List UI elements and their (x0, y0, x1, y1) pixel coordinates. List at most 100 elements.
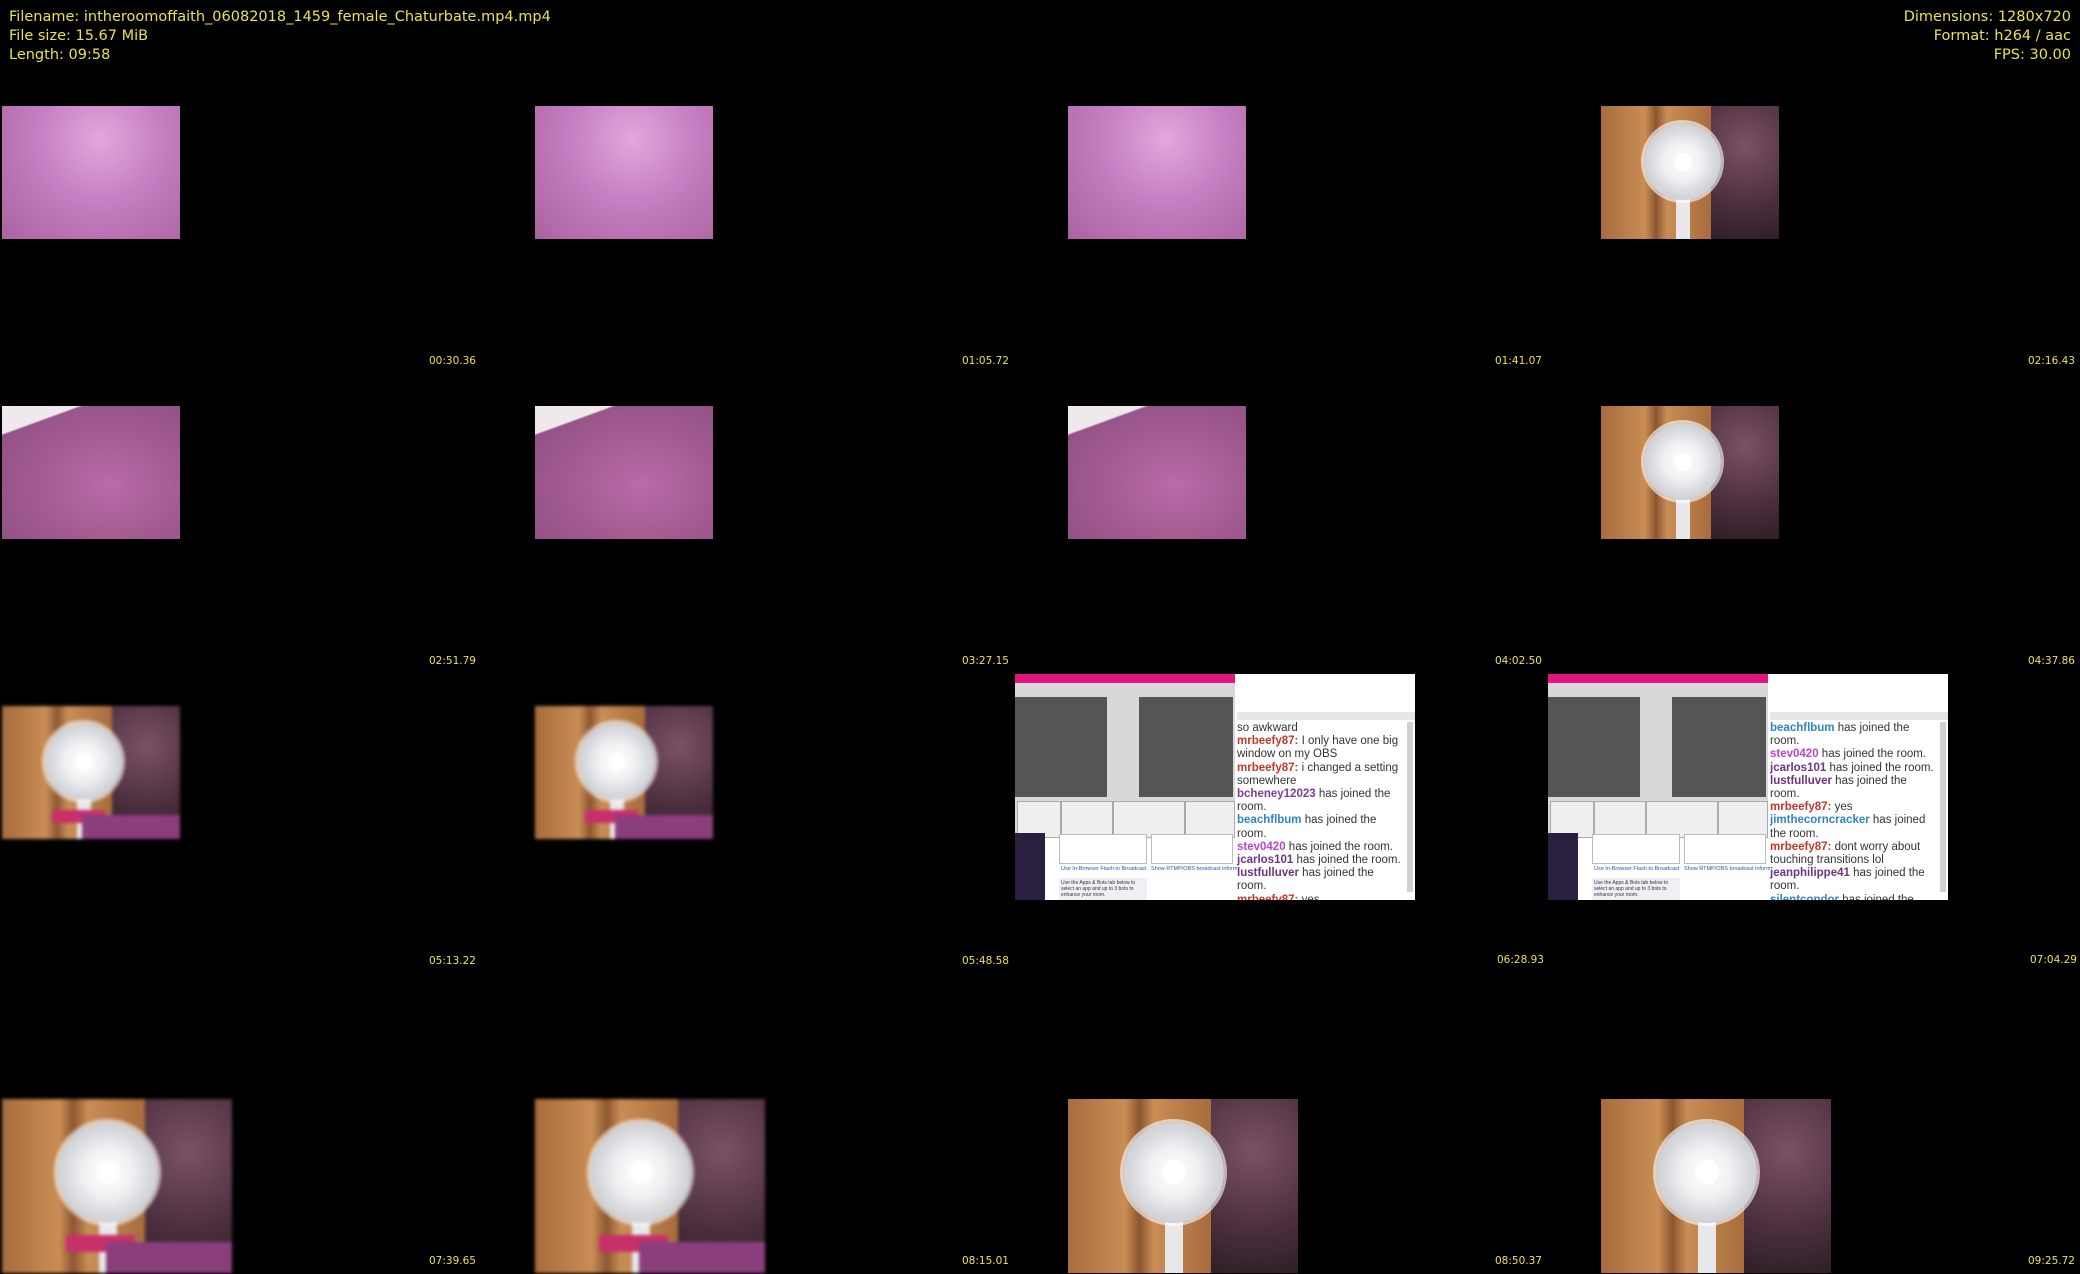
chat-message: mrbeefy87: yes (1237, 894, 1405, 900)
chat-message: silentcondor has joined the room. (1770, 894, 1938, 900)
chat-text: has joined the room. (1293, 854, 1401, 867)
purple-blanket (615, 815, 713, 839)
flash-broadcast-link[interactable]: Use In-Browser Flash to Broadcast (1061, 866, 1146, 872)
timestamp-label: 06:28.93 (1495, 954, 1546, 966)
chat-text: yes (1831, 801, 1853, 814)
timestamp-label: 05:48.58 (962, 955, 1009, 967)
site-sidebar (1548, 833, 1578, 900)
timestamp-label: 01:05.72 (962, 355, 1009, 367)
timestamp-label: 05:13.22 (429, 955, 476, 967)
rtmp-info-link[interactable]: Show RTMP/OBS broadcast information (1151, 866, 1249, 872)
obs-window (1548, 683, 1768, 838)
chat-message: beachflbum has joined the room. (1770, 722, 1938, 748)
stats-graph (1684, 834, 1766, 864)
chat-username[interactable]: silentcondor (1770, 894, 1839, 900)
chat-username[interactable]: beachflbum (1770, 722, 1835, 734)
obs-preview (1548, 697, 1640, 797)
chat-text: has joined the room. (1826, 761, 1934, 774)
chat-username[interactable]: jcarlos101 (1770, 762, 1826, 774)
chat-username[interactable]: lustfulluver (1770, 775, 1832, 787)
obs-window (1015, 683, 1235, 838)
obs-mixer-panel (1646, 801, 1718, 838)
chat-message: bcheney12023 has joined the room. (1237, 788, 1405, 814)
video-frame (1068, 406, 1246, 539)
video-frame (535, 406, 713, 539)
fan (1656, 1121, 1758, 1223)
chat-message: mrbeefy87: yes (1770, 801, 1938, 814)
chat-username[interactable]: mrbeefy87: (1237, 894, 1298, 900)
timestamp-label: 09:25.72 (2028, 1255, 2075, 1267)
chat-messages: so awkward mrbeefy87: I only have one big… (1237, 722, 1405, 900)
chat-username[interactable]: lustfulluver (1237, 867, 1299, 879)
timestamp-label: 08:15.01 (962, 1255, 1009, 1267)
chat-tabs[interactable] (1237, 712, 1415, 720)
chat-username[interactable]: mrbeefy87: (1237, 762, 1298, 774)
chat-username[interactable]: beachflbum (1237, 814, 1302, 826)
obs-titlebar (1548, 674, 1768, 683)
purple-blanket (82, 815, 180, 839)
flash-broadcast-link[interactable]: Use In-Browser Flash to Broadcast (1594, 866, 1679, 872)
chat-username[interactable]: jcarlos101 (1237, 854, 1293, 866)
chat-username[interactable]: bcheney12023 (1237, 788, 1316, 800)
chat-username[interactable]: mrbeefy87: (1237, 735, 1298, 747)
chat-message: jcarlos101 has joined the room. (1237, 854, 1405, 867)
wall (1711, 106, 1779, 239)
video-frame (1601, 106, 1779, 239)
chat-username[interactable]: jeanphilippe41 (1770, 867, 1850, 879)
video-frame (2, 1099, 232, 1273)
chat-message: mrbeefy87: I only have one big window on… (1237, 735, 1405, 761)
wall (1711, 406, 1779, 539)
timestamp-label: 07:39.65 (429, 1255, 476, 1267)
stats-graph (1592, 834, 1680, 864)
chat-panel: so awkward mrbeefy87: I only have one big… (1237, 674, 1415, 900)
timestamp-label: 00:30.36 (429, 355, 476, 367)
chat-message: so awkward (1237, 722, 1405, 735)
video-frame (535, 706, 713, 839)
video-frame (2, 106, 180, 239)
timestamp-label: 08:50.37 (1495, 1255, 1542, 1267)
chat-username[interactable]: stev0420 (1237, 841, 1286, 853)
fan-stand (1697, 1220, 1716, 1273)
chat-scrollbar[interactable] (1940, 722, 1946, 892)
chat-message: lustfulluver has joined the room. (1237, 867, 1405, 893)
chat-username[interactable]: stev0420 (1770, 748, 1819, 760)
filesize-label: File size: 15.67 MiB (9, 28, 149, 44)
stats-graph (1059, 834, 1147, 864)
chat-tabs[interactable] (1770, 712, 1948, 720)
chat-message: jeanphilippe41 has joined the room. (1770, 867, 1938, 893)
fan-stand (1164, 1220, 1183, 1273)
chat-text: has joined the room. (1285, 840, 1394, 853)
site-sidebar (1015, 833, 1045, 900)
fan (590, 1121, 692, 1223)
filename-label: Filename: intheroomoffaith_06082018_1459… (9, 9, 551, 25)
chat-username[interactable]: mrbeefy87: (1770, 801, 1831, 813)
chat-scrollbar[interactable] (1407, 722, 1413, 892)
obs-sources-panel (1594, 801, 1646, 838)
chat-username[interactable]: mrbeefy87: (1770, 841, 1831, 853)
chat-message: mrbeefy87: i changed a setting somewhere (1237, 762, 1405, 788)
format-label: Format: h264 / aac (1933, 28, 2071, 44)
dimensions-label: Dimensions: 1280x720 (1903, 9, 2071, 25)
video-frame: Use In-Browser Flash to Broadcast Show R… (1015, 674, 1415, 900)
video-frame (1601, 406, 1779, 539)
video-frame (535, 1099, 765, 1273)
chat-message: stev0420 has joined the room. (1770, 748, 1938, 761)
chat-messages: beachflbum has joined the room. stev0420 … (1770, 722, 1938, 900)
obs-program (1672, 697, 1766, 797)
stats-graph (1151, 834, 1233, 864)
chat-panel: beachflbum has joined the room. stev0420 … (1770, 674, 1948, 900)
video-frame: Use In-Browser Flash to Broadcast Show R… (1548, 674, 1948, 900)
purple-blanket (638, 1241, 765, 1273)
fps-label: FPS: 30.00 (1993, 47, 2071, 63)
obs-controls-panel (1718, 801, 1768, 838)
obs-sources-panel (1061, 801, 1113, 838)
rtmp-info-link[interactable]: Show RTMP/OBS broadcast information (1684, 866, 1782, 872)
fan (1123, 1121, 1225, 1223)
apps-bots-notice: Use the Apps & Bots tab below to select … (1059, 878, 1147, 900)
timestamp-label: 04:02.50 (1495, 655, 1542, 667)
video-frame (1068, 106, 1246, 239)
chat-username[interactable]: jimthecorncracker (1770, 814, 1870, 826)
wall (1743, 1099, 1831, 1273)
video-frame (1601, 1099, 1831, 1273)
video-info: Dimensions: 1280x720 Format: h264 / aac … (1904, 8, 2071, 65)
